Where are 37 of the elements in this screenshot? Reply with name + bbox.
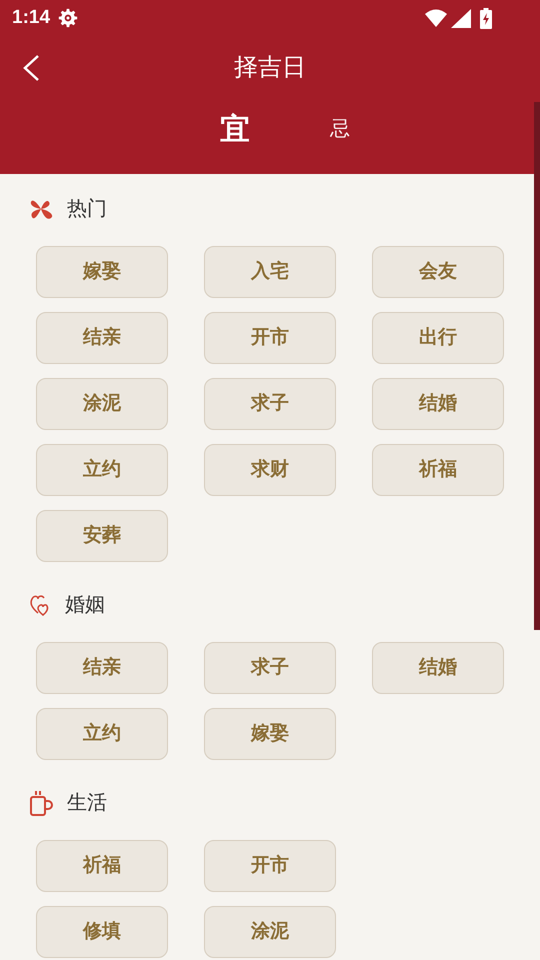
tag-button[interactable]: 安葬 [36, 510, 168, 562]
back-icon[interactable] [22, 54, 40, 82]
tag-button[interactable]: 立约 [36, 444, 168, 496]
tag-button[interactable]: 涂泥 [204, 906, 336, 958]
tag-button[interactable]: 嫁娶 [204, 708, 336, 760]
section-title: 生活 [67, 791, 107, 816]
hearts-icon [29, 593, 51, 617]
settings-icon [58, 8, 78, 28]
tag-button[interactable]: 求子 [204, 378, 336, 430]
battery-icon [480, 8, 492, 28]
mug-icon [29, 789, 53, 817]
tag-button[interactable]: 涂泥 [36, 378, 168, 430]
tab[interactable]: 忌 [330, 114, 350, 144]
tag-button[interactable]: 修填 [36, 906, 168, 958]
tag-button[interactable]: 祈福 [372, 444, 504, 496]
status-time: 1:14 [12, 6, 50, 30]
tag-button[interactable]: 开市 [204, 312, 336, 364]
tag-button[interactable]: 结婚 [372, 642, 504, 694]
section-title: 热门 [67, 197, 107, 222]
tag-button[interactable]: 求财 [204, 444, 336, 496]
tag-button[interactable]: 结婚 [372, 378, 504, 430]
section-title: 婚姻 [65, 593, 105, 618]
tag-button[interactable]: 祈福 [36, 840, 168, 892]
tag-button[interactable]: 结亲 [36, 642, 168, 694]
tab[interactable]: 宜 [220, 106, 250, 152]
tag-button[interactable]: 入宅 [204, 246, 336, 298]
tag-button[interactable]: 嫁娶 [36, 246, 168, 298]
signal-icon [451, 8, 471, 28]
tag-button[interactable]: 求子 [204, 642, 336, 694]
wifi-icon [425, 9, 447, 27]
page-title: 择吉日 [234, 53, 306, 83]
tag-button[interactable]: 会友 [372, 246, 504, 298]
tag-button[interactable]: 立约 [36, 708, 168, 760]
tag-button[interactable]: 开市 [204, 840, 336, 892]
tag-button[interactable]: 结亲 [36, 312, 168, 364]
scrollbar[interactable] [534, 102, 540, 630]
tag-button[interactable]: 出行 [372, 312, 504, 364]
